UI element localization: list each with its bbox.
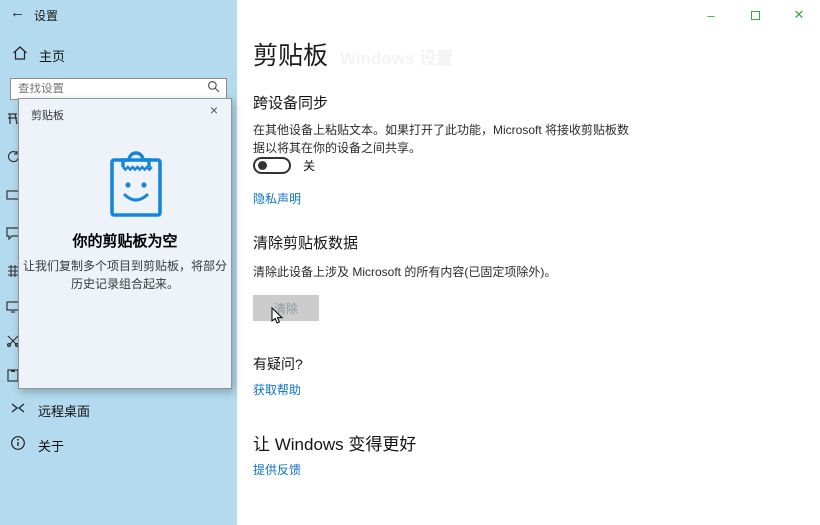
clipboard-flyout: 剪贴板 × 你的剪贴板为空 让我们复制多个项目到剪贴板，将部分 历史记录组合起来… bbox=[18, 98, 232, 389]
main-content: – ✕ Windows 设置 剪贴板 跨设备同步 在其他设备上粘贴文本。如果打开… bbox=[237, 0, 820, 525]
privacy-statement-link[interactable]: 隐私声明 bbox=[253, 190, 301, 207]
search-input[interactable] bbox=[11, 83, 207, 95]
close-icon[interactable]: × bbox=[205, 102, 223, 118]
mouse-cursor bbox=[271, 307, 285, 330]
sidebar-item-label: 远程桌面 bbox=[38, 401, 90, 420]
info-icon bbox=[10, 435, 26, 456]
back-button[interactable]: ← bbox=[10, 4, 25, 21]
page-title: 剪贴板 bbox=[253, 36, 328, 72]
transition-ghost-text: Windows 设置 bbox=[340, 44, 453, 69]
maximize-icon bbox=[751, 11, 760, 20]
window-controls: – ✕ bbox=[700, 6, 810, 24]
clipboard-empty-subtext: 让我们复制多个项目到剪贴板，将部分 历史记录组合起来。 bbox=[19, 257, 231, 293]
sync-toggle[interactable] bbox=[253, 157, 291, 174]
toggle-knob bbox=[258, 161, 267, 170]
remote-desktop-icon bbox=[10, 400, 26, 421]
maximize-button[interactable] bbox=[744, 6, 766, 24]
clipboard-empty-title: 你的剪贴板为空 bbox=[19, 230, 231, 251]
sidebar-item-home[interactable]: 主页 bbox=[12, 45, 65, 66]
search-icon[interactable] bbox=[207, 80, 220, 98]
sync-description: 在其他设备上粘贴文本。如果打开了此功能，Microsoft 将接收剪贴板数 据以… bbox=[253, 121, 629, 157]
sidebar-item-label: 主页 bbox=[39, 46, 65, 65]
clear-button[interactable]: 清除 bbox=[253, 295, 319, 321]
flyout-title: 剪贴板 bbox=[31, 107, 64, 123]
give-feedback-link[interactable]: 提供反馈 bbox=[253, 461, 301, 478]
search-box[interactable] bbox=[10, 78, 227, 100]
clipboard-empty-icon bbox=[108, 147, 164, 224]
get-help-link[interactable]: 获取帮助 bbox=[253, 381, 301, 398]
section-title-sync: 跨设备同步 bbox=[253, 92, 328, 113]
section-title-help: 有疑问? bbox=[253, 354, 303, 374]
sync-toggle-row: 关 bbox=[253, 157, 315, 174]
section-title-feedback: 让 Windows 变得更好 bbox=[253, 430, 416, 455]
close-button[interactable]: ✕ bbox=[788, 6, 810, 24]
app-title: 设置 bbox=[34, 7, 58, 24]
toggle-state-label: 关 bbox=[303, 157, 315, 174]
home-icon bbox=[12, 45, 28, 66]
sidebar-item-remote-desktop[interactable]: 远程桌面 bbox=[10, 400, 90, 421]
section-title-clear: 清除剪贴板数据 bbox=[253, 232, 358, 253]
minimize-button[interactable]: – bbox=[700, 6, 722, 24]
clear-description: 清除此设备上涉及 Microsoft 的所有内容(已固定项除外)。 bbox=[253, 263, 556, 281]
sidebar-item-about[interactable]: 关于 bbox=[10, 435, 64, 456]
sidebar-item-label: 关于 bbox=[38, 436, 64, 455]
settings-window: ← 设置 主页 远程桌面 bbox=[0, 0, 820, 525]
